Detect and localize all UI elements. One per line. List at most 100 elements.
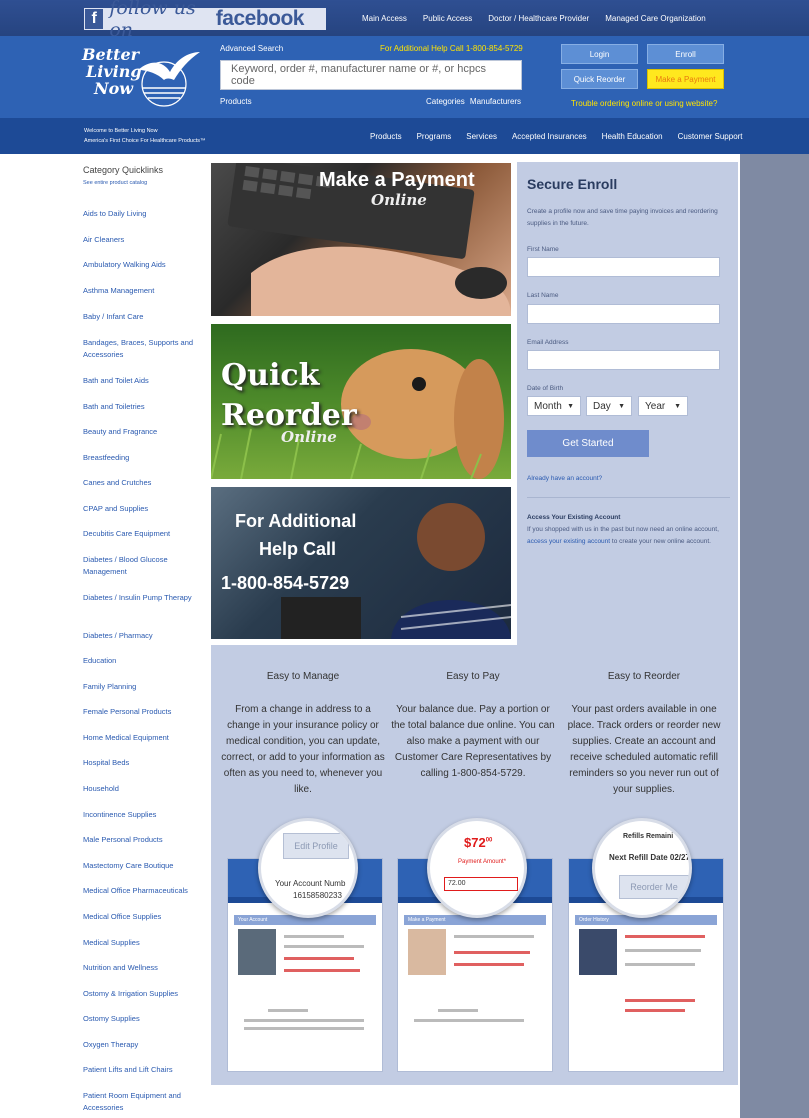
quick-reorder-button[interactable]: Quick Reorder [561, 69, 638, 89]
sidebar-item[interactable]: Female Personal Products [83, 706, 203, 718]
sidebar-item[interactable]: Male Personal Products [83, 834, 203, 846]
sidebar-item[interactable]: Bandages, Braces, Supports and Accessori… [83, 337, 203, 361]
sidebar-item[interactable]: Diabetes / Insulin Pump Therapy [83, 592, 203, 604]
advanced-search-link[interactable]: Advanced Search [220, 44, 283, 53]
payment-amount-field: 72.00 [444, 877, 518, 891]
sidebar-item[interactable]: Ostomy & Irrigation Supplies [83, 988, 203, 1000]
login-button[interactable]: Login [561, 44, 638, 64]
sidebar-item[interactable]: Diabetes / Blood Glucose Management [83, 554, 203, 578]
feature-text-manage: From a change in address to a change in … [221, 704, 385, 795]
facebook-icon: f [85, 9, 104, 29]
help-promo-line-2: Help Call [259, 539, 337, 559]
sidebar-item[interactable]: Diabetes / Pharmacy [83, 630, 203, 642]
nav-accepted-insurances[interactable]: Accepted Insurances [512, 132, 587, 141]
get-started-button[interactable]: Get Started [527, 430, 649, 457]
person-thumbnail [408, 929, 446, 975]
make-payment-promo[interactable]: Make a Payment Online [211, 163, 511, 316]
sidebar-item[interactable]: Beauty and Fragrance [83, 426, 203, 438]
already-have-account-link[interactable]: Already have an account? [527, 475, 602, 482]
quick-reorder-promo[interactable]: Quick Reorder Online [211, 324, 511, 479]
email-field[interactable] [527, 350, 720, 370]
sidebar-item[interactable]: Ostomy Supplies [83, 1013, 203, 1025]
account-number-value: 16158580233 [293, 891, 342, 900]
sidebar-item[interactable]: Home Medical Equipment [83, 732, 203, 744]
payment-price: $72 [464, 835, 486, 850]
sidebar-catalog-link[interactable]: See entire product catalog [83, 180, 147, 186]
sidebar-item[interactable]: Canes and Crutches [83, 477, 203, 489]
sidebar-item[interactable]: Decubitis Care Equipment [83, 528, 203, 540]
sidebar-item[interactable]: Household [83, 783, 203, 795]
payment-promo-title: Make a Payment [319, 169, 475, 191]
sidebar-item[interactable]: Medical Office Pharmaceuticals [83, 885, 203, 897]
sidebar-item[interactable]: Education [83, 655, 203, 667]
top-link-main-access[interactable]: Main Access [362, 14, 407, 23]
customer-service-illustration [281, 503, 511, 639]
reorder-promo-title-1: Quick [221, 358, 320, 393]
sidebar-item[interactable]: CPAP and Supplies [83, 503, 203, 515]
sidebar-title: Category Quicklinks [83, 165, 164, 175]
first-name-field[interactable] [527, 257, 720, 277]
last-name-field[interactable] [527, 304, 720, 324]
sidebar-item[interactable]: Baby / Infant Care [83, 311, 203, 323]
sidebar-item[interactable]: Medical Office Supplies [83, 911, 203, 923]
sidebar-item[interactable]: Medical Supplies [83, 937, 203, 949]
sidebar-item[interactable]: Air Cleaners [83, 234, 203, 246]
sidebar-item[interactable]: Nutrition and Wellness [83, 962, 203, 974]
access-existing-account-link[interactable]: access your existing account [527, 538, 610, 545]
feature-heading-manage: Easy to Manage [266, 671, 340, 682]
last-name-label: Last Name [527, 292, 559, 299]
enroll-title: Secure Enroll [527, 176, 618, 192]
feature-text-reorder: Your past orders available in one place.… [567, 704, 721, 795]
products-label[interactable]: Products [220, 97, 252, 106]
sidebar-item[interactable]: Oxygen Therapy [83, 1039, 203, 1051]
feature-heading-reorder: Easy to Reorder [607, 671, 681, 682]
sidebar-item[interactable]: Hospital Beds [83, 757, 203, 769]
access-existing-title: Access Your Existing Account [527, 514, 621, 521]
sidebar-item[interactable]: Mastectomy Care Boutique [83, 860, 203, 872]
sidebar-item[interactable]: Incontinence Supplies [83, 809, 203, 821]
enroll-button[interactable]: Enroll [647, 44, 724, 64]
site-logo[interactable]: Better Living Now [82, 46, 202, 114]
trouble-link[interactable]: Trouble ordering online or using website… [571, 99, 717, 108]
year-select[interactable]: Year ▼ [638, 396, 688, 416]
manufacturers-link[interactable]: Manufacturers [470, 97, 521, 106]
account-number-label: Your Account Numb [275, 879, 346, 888]
nav-programs[interactable]: Programs [417, 132, 452, 141]
help-promo-line-1: For Additional [235, 511, 357, 531]
help-phone-line: For Additional Help Call 1-800-854-5729 [380, 44, 523, 53]
sidebar-item[interactable]: Family Planning [83, 681, 203, 693]
nav-services[interactable]: Services [466, 132, 497, 141]
month-select[interactable]: Month ▼ [527, 396, 581, 416]
albatross-logo-icon [138, 52, 200, 107]
reorder-me-button: Reorder Me [619, 875, 689, 899]
magnifier-edit-profile: Edit Profile Your Account Numb 161585802… [258, 818, 358, 918]
nav-health-education[interactable]: Health Education [602, 132, 663, 141]
make-payment-button[interactable]: Make a Payment [647, 69, 724, 89]
nav-customer-support[interactable]: Customer Support [678, 132, 743, 141]
dob-label: Date of Birth [527, 385, 564, 392]
top-link-doctor-provider[interactable]: Doctor / Healthcare Provider [488, 14, 589, 23]
sidebar-item[interactable]: Ambulatory Walking Aids [83, 259, 203, 271]
sidebar-item[interactable]: Breastfeeding [83, 452, 203, 464]
top-link-public-access[interactable]: Public Access [423, 14, 472, 23]
sidebar-item[interactable]: Aids to Daily Living [83, 208, 203, 220]
sidebar-item[interactable]: Patient Room Equipment and Accessories [83, 1090, 203, 1114]
next-refill-date: Next Refill Date 02/27/2 [609, 853, 692, 862]
day-value: Day [593, 400, 611, 412]
sidebar-item[interactable]: Asthma Management [83, 285, 203, 297]
search-input[interactable]: Keyword, order #, manufacturer name or #… [220, 60, 522, 90]
access-existing-text: If you shopped with us in the past but n… [527, 526, 719, 545]
category-sidebar: Category Quicklinks See entire product c… [0, 154, 210, 1118]
day-select[interactable]: Day ▼ [586, 396, 632, 416]
nav-products[interactable]: Products [370, 132, 402, 141]
top-link-managed-care[interactable]: Managed Care Organization [605, 14, 706, 23]
sidebar-item[interactable]: Bath and Toiletries [83, 401, 203, 413]
categories-link[interactable]: Categories [426, 97, 465, 106]
facebook-follow-link[interactable]: f follow us on facebook [84, 0, 326, 41]
refills-remaining-label: Refills Remaini [623, 833, 674, 840]
help-call-promo[interactable]: For Additional Help Call 1-800-854-5729 [211, 487, 511, 639]
magnifier-reorder: Refills Remaini Next Refill Date 02/27/2… [592, 818, 692, 918]
sidebar-item[interactable]: Patient Lifts and Lift Chairs [83, 1064, 203, 1076]
main-nav-bar: Welcome to Better Living Now America's F… [0, 118, 809, 154]
sidebar-item[interactable]: Bath and Toilet Aids [83, 375, 203, 387]
